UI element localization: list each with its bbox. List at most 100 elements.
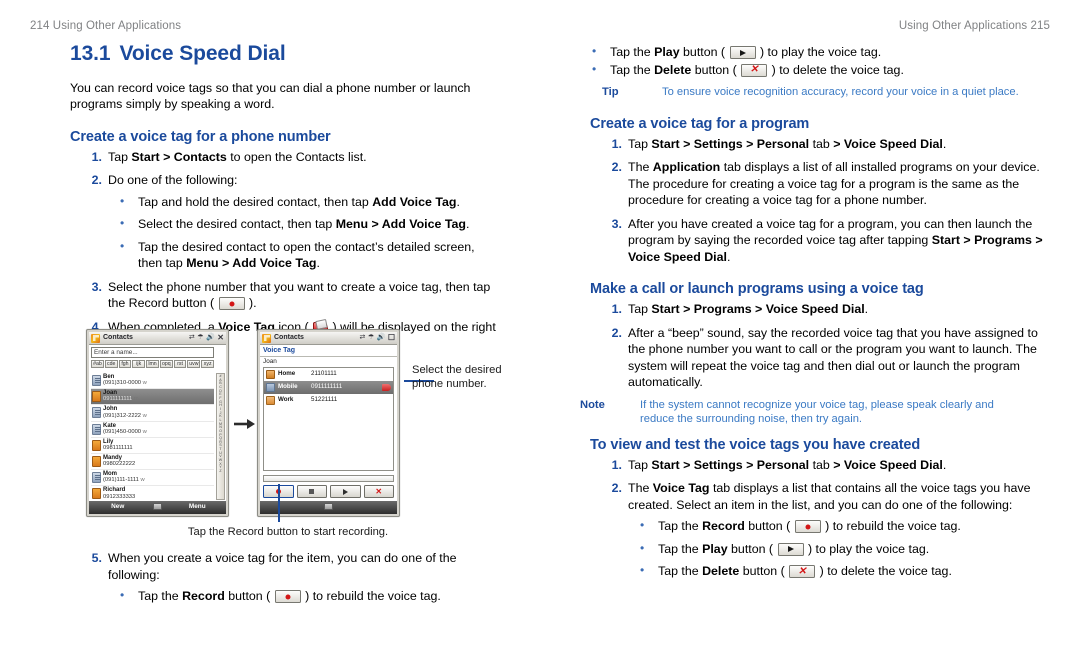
mobile-phone-icon [92, 439, 101, 451]
alpha-index-letter[interactable]: Z [217, 469, 224, 474]
softkey-new[interactable]: New [89, 503, 147, 511]
voice-tag-tab-label[interactable]: Voice Tag [260, 345, 397, 358]
running-head-right-text: Using Other Applications [898, 20, 1028, 32]
step-text: The Voice Tag tab displays a list that c… [628, 481, 1031, 512]
start-icon[interactable] [91, 333, 100, 343]
step-text: Tap Start > Settings > Personal tab > Vo… [628, 457, 947, 472]
contact-row[interactable]: Joan 0911111111 m [91, 389, 214, 406]
work-phone-icon [92, 472, 101, 484]
alpha-tab[interactable]: lmn [146, 360, 159, 369]
step-number: 1. [91, 149, 102, 164]
contact-text: Joan 0911111111 m [103, 390, 213, 402]
bullet-item: Tap the Delete button ( ✕ ) to delete th… [628, 563, 1050, 580]
alpha-tab[interactable]: uvw [187, 360, 201, 369]
voice-tag-number-list[interactable]: Home 21101111 Mobile 0911111111 Work 51221111 [263, 367, 394, 472]
contact-text: Richard 0912333333 [103, 487, 213, 499]
delete-button-glyph: ✕ [789, 565, 816, 579]
caption-tap-record-button: Tap the Record button to start recording… [187, 526, 389, 538]
contact-number: 0981111111 [103, 445, 133, 452]
bullet-item: Tap and hold the desired contact, then t… [108, 194, 500, 211]
alpha-tab[interactable]: #ab [91, 360, 104, 369]
bullet-item: Tap the Record button ( ) to rebuild the… [628, 518, 1050, 535]
step-text: Tap Start > Programs > Voice Speed Dial. [628, 302, 869, 317]
numbered-step: 3. After you have created a voice tag for… [580, 216, 1050, 266]
step-number: 2. [611, 481, 622, 496]
contact-row[interactable]: Mom (091)111-1111 w [91, 470, 214, 487]
voicetag-window-title: Contacts [274, 334, 304, 342]
tip-label: Tip [602, 86, 619, 98]
leader-line-record-button [278, 484, 280, 522]
chapter-number: 13.1 [70, 42, 111, 65]
alpha-tab[interactable]: ijk [132, 360, 146, 369]
voice-tag-button-row: ✕ [263, 485, 394, 499]
alpha-tab[interactable]: fgh [118, 360, 132, 369]
page-number-left: 214 [30, 20, 50, 32]
contacts-status-icons: ⇄ ☂ 🔊 ✕ [189, 333, 224, 342]
work-phone-icon [92, 407, 101, 419]
note-text: If the system cannot recognize your voic… [640, 398, 994, 426]
contact-text: John (091)312-2222 w [103, 406, 213, 418]
play-button[interactable] [330, 485, 361, 499]
record-button-glyph [794, 520, 821, 534]
contacts-screen: Enter a name... #ab cde fgh ijk lmn opq rst uvw… [89, 345, 226, 514]
delete-button[interactable]: ✕ [363, 485, 394, 499]
contact-row[interactable]: Kate (091)450-0000 w [91, 422, 214, 438]
alpha-tab[interactable]: rst [173, 360, 187, 369]
voice-tag-row[interactable]: Work 51221111 [264, 394, 393, 407]
numbered-step: 1. Tap Start > Settings > Personal tab > … [580, 136, 1050, 153]
close-icon[interactable]: ✕ [217, 333, 224, 342]
signal-icon: ☂ [367, 334, 375, 342]
softkey-menu[interactable]: Menu [169, 503, 227, 511]
tip-text: To ensure voice recognition accuracy, re… [662, 86, 1019, 98]
numbered-step: 1. Tap Start > Contacts to open the Conta… [30, 149, 500, 166]
alpha-tab[interactable]: cde [104, 360, 118, 369]
steps-list-make-call: 1. Tap Start > Programs > Voice Speed Dia… [580, 301, 1050, 391]
contacts-list[interactable]: Ben (091)310-0000 w Joan 0911111111 m John (0… [91, 373, 214, 514]
contacts-soft-key-bar: New Menu [89, 501, 226, 514]
keyboard-icon[interactable] [147, 502, 169, 513]
alpha-tab[interactable]: opq [159, 360, 173, 369]
caption-select-phone-number: Select the desired phone number. [412, 364, 502, 390]
delete-icon: ✕ [375, 486, 383, 496]
contacts-alpha-tabs[interactable]: #ab cde fgh ijk lmn opq rst uvw xyz [91, 360, 215, 369]
step-number: 2. [611, 325, 622, 340]
voice-tag-row[interactable]: Mobile 0911111111 [264, 381, 393, 395]
mobile-phone-icon [266, 383, 275, 393]
chapter-heading: 13.1 Voice Speed Dial [70, 42, 500, 66]
step-number: 3. [91, 279, 102, 294]
chapter-title: Voice Speed Dial [119, 42, 286, 65]
voice-tag-row-number: 21101111 [311, 370, 337, 378]
contact-number: (091)310-0000 w [103, 380, 147, 387]
voice-tag-row[interactable]: Home 21101111 [264, 368, 393, 381]
bullet-item: Select the desired contact, then tap Men… [108, 216, 500, 233]
contact-row[interactable]: Mandy 0980222222 [91, 454, 214, 471]
home-phone-icon [266, 370, 275, 380]
contact-row[interactable]: Ben (091)310-0000 w [91, 373, 214, 390]
stop-icon [309, 489, 315, 495]
keyboard-icon[interactable] [318, 502, 340, 513]
contacts-alpha-index-bar[interactable]: # A B C D E F G H I J K L M N O P Q R S T U V W X Y Z [216, 373, 225, 500]
voice-tag-row-number: 0911111111 [311, 383, 343, 391]
numbered-step: 2. The Application tab displays a list of… [580, 159, 1050, 209]
start-icon[interactable] [262, 333, 271, 343]
stop-button[interactable] [296, 485, 327, 499]
contacts-search-input[interactable]: Enter a name... [91, 347, 214, 358]
alpha-tab[interactable]: xyz [201, 360, 215, 369]
step-number: 5. [91, 551, 102, 565]
numbered-step: 2. Do one of the following: Tap and hold t… [30, 172, 500, 272]
contact-text: Mom (091)111-1111 w [103, 471, 213, 483]
ok-icon[interactable]: ☐ [388, 333, 395, 342]
steps-list-phone-number: 1. Tap Start > Contacts to open the Conta… [30, 149, 500, 352]
contact-row[interactable]: Lily 0981111111 [91, 438, 214, 454]
volume-icon: 🔊 [206, 334, 215, 342]
sub-bullet-list: Tap the Record button ( ) to rebuild the… [108, 588, 510, 605]
note-label: Note [580, 398, 605, 411]
step-text: Do one of the following: [108, 173, 238, 188]
numbered-step: 2. The Voice Tag tab displays a list that… [580, 480, 1050, 580]
volume-icon: 🔊 [376, 334, 386, 342]
work-phone-icon [266, 396, 275, 406]
numbered-step: 3. Select the phone number that you want … [30, 279, 500, 312]
contacts-title-bar: Contacts ⇄ ☂ 🔊 ✕ [89, 332, 226, 345]
contact-row[interactable]: John (091)312-2222 w [91, 405, 214, 422]
bullet-item: Tap the desired contact to open the cont… [108, 239, 500, 272]
